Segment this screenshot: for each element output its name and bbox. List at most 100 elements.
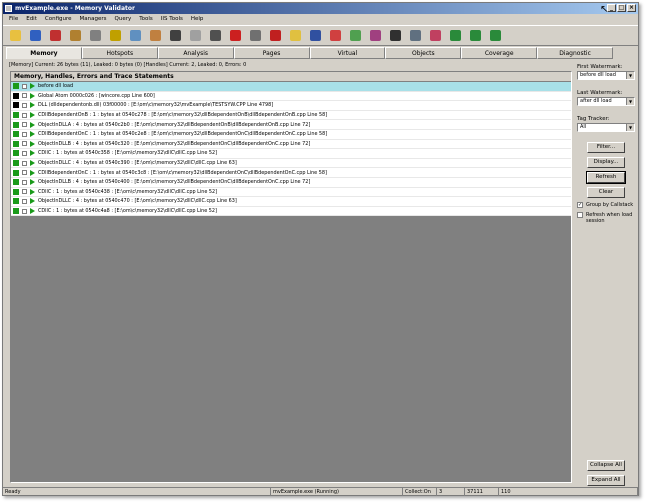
tab-diagnostic[interactable]: Diagnostic: [537, 47, 613, 59]
table-row[interactable]: CDllBdependentOnC : 1 : bytes at 0540c2e…: [11, 129, 571, 140]
refresh-button[interactable]: Refresh: [586, 171, 626, 184]
display-button[interactable]: Display...: [587, 157, 625, 168]
tool-16-icon[interactable]: [307, 28, 323, 44]
open-folder-icon[interactable]: [7, 28, 23, 44]
tab-memory[interactable]: Memory: [6, 47, 82, 59]
allocation-list: before dll load Global Atom 0000c026 : [w…: [11, 82, 571, 217]
menu-iis-tools[interactable]: IIS Tools: [157, 14, 187, 24]
tool-9-icon[interactable]: [167, 28, 183, 44]
table-row[interactable]: CDllBdependentOnB : 1 : bytes at 0540c27…: [11, 110, 571, 121]
tool-6-icon[interactable]: [107, 28, 123, 44]
tool-5-icon[interactable]: [87, 28, 103, 44]
tab-pages[interactable]: Pages: [233, 47, 310, 59]
checkbox-checked-icon[interactable]: ✓: [577, 202, 583, 208]
first-watermark-label: First Watermark:: [577, 64, 623, 70]
tab-coverage[interactable]: Coverage: [461, 47, 538, 59]
tab-virtual[interactable]: Virtual: [309, 47, 386, 59]
expand-icon[interactable]: [22, 93, 27, 99]
window-controls: _ □ ×: [607, 4, 636, 12]
table-row[interactable]: CDllBdependentOnC : 1 : bytes at 0540c3c…: [11, 168, 571, 178]
table-row[interactable]: ObjectInDLLC : 4 : bytes at 0540c390 : […: [11, 158, 571, 169]
expand-icon[interactable]: [22, 198, 27, 204]
tool-15-icon[interactable]: [287, 28, 303, 44]
table-row[interactable]: ObjectInDLLC : 4 : bytes at 0540c470 : […: [11, 197, 571, 207]
maximize-button[interactable]: □: [617, 4, 626, 12]
tool-13-icon[interactable]: [247, 28, 263, 44]
stop-icon[interactable]: [267, 28, 283, 44]
save-icon[interactable]: [27, 28, 43, 44]
table-row[interactable]: before dll load: [11, 82, 571, 92]
tag-tracker-select[interactable]: All ▼: [577, 123, 635, 132]
tool-25-icon[interactable]: [487, 28, 503, 44]
tool-8-icon[interactable]: [147, 28, 163, 44]
table-row[interactable]: ObjectInDLLA : 4 : bytes at 0540c2b0 : […: [11, 120, 571, 130]
first-watermark-select[interactable]: before dll load ▼: [577, 71, 635, 80]
menu-tools[interactable]: Tools: [135, 14, 157, 24]
tab-hotspots[interactable]: Hotspots: [81, 47, 158, 59]
expand-icon[interactable]: [22, 112, 27, 118]
allocation-panel: Memory, Handles, Errors and Trace Statem…: [10, 71, 572, 483]
tool-21-icon[interactable]: [407, 28, 423, 44]
tool-12-icon[interactable]: [227, 28, 243, 44]
expand-icon[interactable]: [22, 170, 27, 176]
menu-query[interactable]: Query: [111, 14, 136, 24]
expand-icon[interactable]: [22, 122, 27, 128]
expand-icon[interactable]: [22, 83, 27, 89]
tool-25-icon-glyph: [489, 30, 501, 41]
allocation-type-icon: [13, 112, 19, 119]
tool-11-icon-glyph: [209, 30, 221, 41]
tool-22-icon[interactable]: [427, 28, 443, 44]
expand-icon[interactable]: [22, 141, 27, 147]
tool-24-icon[interactable]: [467, 28, 483, 44]
tool-11-icon[interactable]: [207, 28, 223, 44]
clear-button[interactable]: Clear: [587, 187, 625, 198]
menu-file[interactable]: File: [5, 14, 22, 24]
filter-button[interactable]: Filter...: [587, 142, 625, 153]
tool-4-icon[interactable]: [67, 28, 83, 44]
expand-icon[interactable]: [22, 189, 27, 195]
menu-help[interactable]: Help: [187, 14, 208, 24]
open-folder-icon-glyph: [9, 30, 21, 41]
dropdown-arrow-icon[interactable]: ▼: [626, 98, 634, 105]
table-row[interactable]: CDllC : 1 : bytes at 0540c438 : [E:\om\c…: [11, 187, 571, 198]
last-watermark-select[interactable]: after dll load ▼: [577, 97, 635, 106]
group-by-callstack-checkbox[interactable]: ✓ Group by Callstack: [577, 202, 637, 208]
tool-20-icon[interactable]: [387, 28, 403, 44]
expand-icon[interactable]: [22, 102, 27, 108]
tag-tracker-label: Tag Tracker:: [577, 116, 610, 122]
launch-icon[interactable]: [47, 28, 63, 44]
dropdown-arrow-icon[interactable]: ▼: [626, 124, 634, 131]
allocation-type-icon: [13, 102, 19, 109]
menu-managers[interactable]: Managers: [76, 14, 111, 24]
tool-17-icon[interactable]: [327, 28, 343, 44]
tool-10-icon[interactable]: [187, 28, 203, 44]
tool-7-icon[interactable]: [127, 28, 143, 44]
refresh-on-load-checkbox[interactable]: Refresh when load session: [577, 212, 637, 224]
expand-icon[interactable]: [22, 131, 27, 137]
row-text: ObjectInDLLC : 4 : bytes at 0540c470 : […: [38, 198, 237, 205]
dropdown-arrow-icon[interactable]: ▼: [626, 72, 634, 79]
expand-icon[interactable]: [22, 160, 27, 166]
close-button[interactable]: ×: [627, 4, 636, 12]
collapse-all-button[interactable]: Collapse All: [587, 460, 625, 471]
expand-icon[interactable]: [22, 179, 27, 185]
table-row[interactable]: CDllC : 1 : bytes at 0540c4a8 : [E:\om\c…: [11, 206, 571, 217]
tool-4-icon-glyph: [69, 30, 81, 41]
table-row[interactable]: Global Atom 0000c026 : [wincore.cpp Line…: [11, 91, 571, 102]
tool-23-icon[interactable]: [447, 28, 463, 44]
table-row[interactable]: DLL (dlldependentonb.dll) 03f00000 : [E:…: [11, 101, 571, 111]
allocation-type-icon: [13, 198, 19, 205]
tool-19-icon[interactable]: [367, 28, 383, 44]
checkbox-unchecked-icon[interactable]: [577, 212, 583, 218]
expand-icon[interactable]: [22, 208, 27, 214]
tool-18-icon[interactable]: [347, 28, 363, 44]
tab-objects[interactable]: Objects: [385, 47, 462, 59]
menu-configure[interactable]: Configure: [41, 14, 76, 24]
expand-all-button[interactable]: Expand All: [587, 475, 625, 486]
table-row[interactable]: ObjectInDLLB : 4 : bytes at 0540c320 : […: [11, 139, 571, 150]
table-row[interactable]: CDllC : 1 : bytes at 0540c358 : [E:\om\c…: [11, 149, 571, 159]
menu-edit[interactable]: Edit: [22, 14, 41, 24]
expand-icon[interactable]: [22, 150, 27, 156]
tab-analysis[interactable]: Analysis: [157, 47, 234, 59]
table-row[interactable]: ObjectInDLLB : 4 : bytes at 0540c400 : […: [11, 177, 571, 188]
